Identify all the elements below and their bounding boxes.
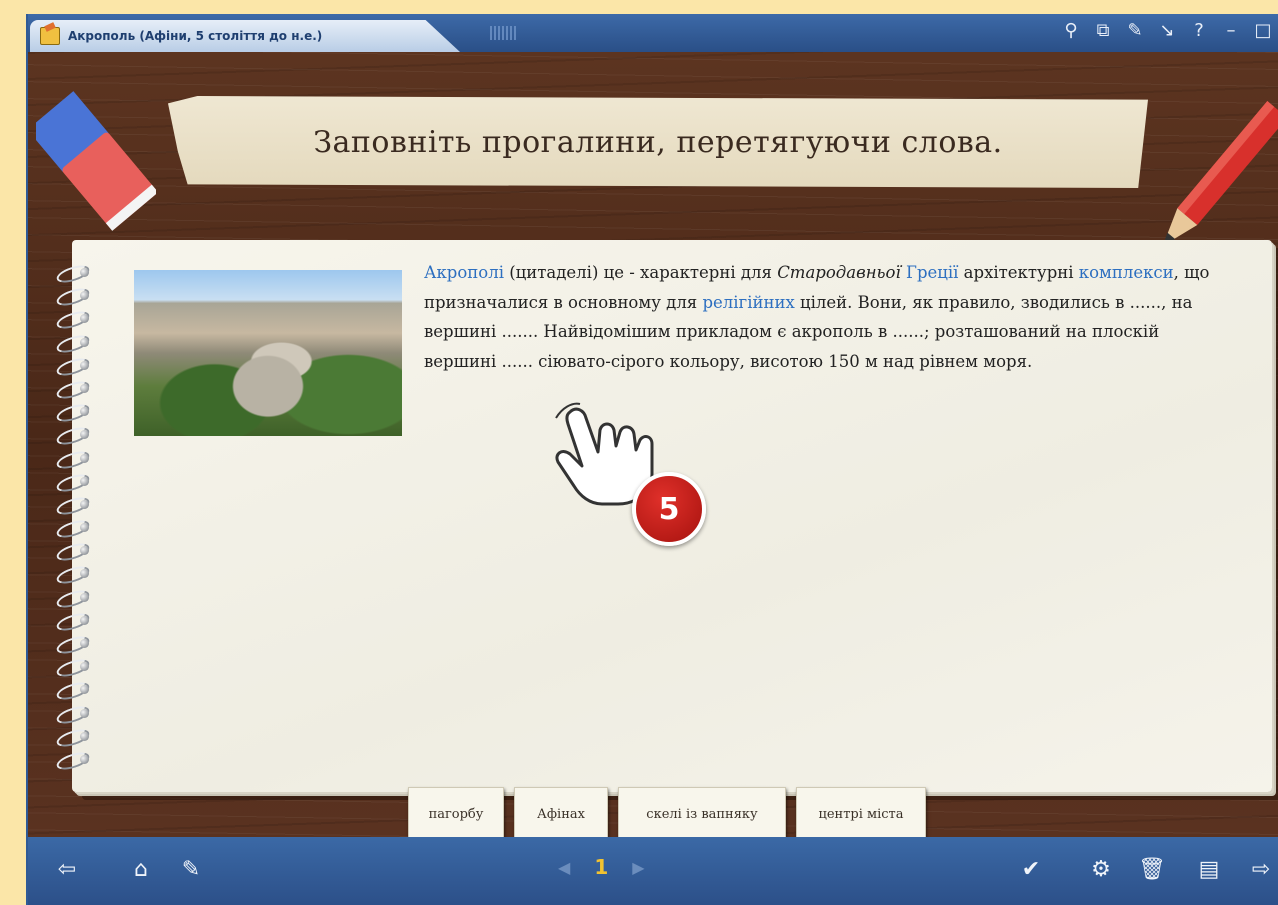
check-icon[interactable]: ✔ (1018, 857, 1044, 883)
word-bank: пагорбу Афінах скелі із вапняку центрі м… (408, 787, 926, 841)
maximize-icon[interactable]: □ (1254, 20, 1272, 41)
instruction-text: Заповніть прогалини, перетягуючи слова. (313, 124, 1003, 160)
spiral-ring (56, 563, 102, 586)
notes-icon[interactable]: ▤ (1196, 857, 1222, 883)
term-link[interactable]: Греції (906, 263, 958, 282)
minimize-icon[interactable]: – (1222, 20, 1240, 41)
spiral-ring (56, 610, 102, 633)
draggable-word[interactable]: Афінах (514, 787, 608, 841)
spiral-ring (56, 471, 102, 494)
exit-icon[interactable]: ⇦ (54, 857, 80, 883)
pagination: ◀ 1 ▶ (558, 855, 645, 879)
spiral-ring (56, 355, 102, 378)
spiral-ring (56, 703, 102, 726)
window-title: Акрополь (Афіни, 5 століття до н.е.) (68, 29, 323, 43)
spiral-ring (56, 378, 102, 401)
help-icon[interactable]: ? (1190, 20, 1208, 41)
spiral-ring (56, 332, 102, 355)
spiral-ring (56, 679, 102, 702)
window-tab[interactable]: Акрополь (Афіни, 5 століття до н.е.) (30, 20, 460, 52)
trash-icon[interactable]: 🗑 (1138, 857, 1166, 883)
resize-icon[interactable]: ↘ (1158, 20, 1176, 41)
page-number: 1 (594, 855, 609, 879)
step-badge: 5 (632, 472, 706, 546)
cloze-text: Акрополі (цитаделі) це - характерні для … (424, 263, 1210, 371)
wood-background: Заповніть прогалини, перетягуючи слова. … (28, 52, 1278, 841)
spiral-ring (56, 448, 102, 471)
prev-page-icon[interactable]: ◀ (558, 858, 570, 877)
spiral-ring (56, 401, 102, 424)
acropolis-photo (134, 270, 402, 436)
next-page-icon[interactable]: ▶ (632, 858, 644, 877)
settings-icon[interactable]: ⚙ (1088, 857, 1114, 883)
draggable-word[interactable]: скелі із вапняку (618, 787, 786, 841)
pen-icon[interactable]: ✎ (1126, 20, 1144, 41)
draggable-word[interactable]: пагорбу (408, 787, 504, 841)
home-icon[interactable]: ⌂ (128, 857, 154, 883)
pin-icon[interactable]: ⚲ (1062, 20, 1080, 41)
instruction-banner: Заповніть прогалини, перетягуючи слова. (168, 96, 1148, 188)
edit-icon[interactable]: ✎ (178, 857, 204, 883)
title-bar: Акрополь (Афіни, 5 століття до н.е.) ⚲ ⧉… (28, 14, 1278, 52)
spiral-ring (56, 517, 102, 540)
spiral-ring (56, 494, 102, 517)
spiral-ring (56, 262, 102, 285)
lesson-icon (40, 27, 60, 45)
spiral-ring (56, 285, 102, 308)
spiral-binding (56, 262, 102, 772)
spiral-ring (56, 587, 102, 610)
window-controls: ⚲ ⧉ ✎ ↘ ? – □ (1062, 20, 1272, 41)
spiral-ring (56, 424, 102, 447)
spiral-ring (56, 749, 102, 772)
notebook-page: Акрополі (цитаделі) це - характерні для … (72, 240, 1272, 792)
term-link[interactable]: Акрополі (424, 263, 504, 282)
eraser-icon (36, 91, 156, 231)
term-link[interactable]: релігійних (702, 293, 794, 312)
export-icon[interactable]: ⇨ (1248, 857, 1274, 883)
spiral-ring (56, 308, 102, 331)
spiral-ring (56, 633, 102, 656)
spiral-ring (56, 540, 102, 563)
drag-handle[interactable] (490, 26, 518, 40)
draggable-word[interactable]: центрі міста (796, 787, 926, 841)
term-link[interactable]: комплекси (1079, 263, 1174, 282)
app-window: Акрополь (Афіни, 5 століття до н.е.) ⚲ ⧉… (26, 14, 1278, 905)
restore-icon[interactable]: ⧉ (1094, 20, 1112, 41)
spiral-ring (56, 656, 102, 679)
spiral-ring (56, 726, 102, 749)
bottom-toolbar: ⇦ ⌂ ✎ ◀ 1 ▶ ✔ ⚙ 🗑 ▤ ⇨ (28, 837, 1278, 905)
